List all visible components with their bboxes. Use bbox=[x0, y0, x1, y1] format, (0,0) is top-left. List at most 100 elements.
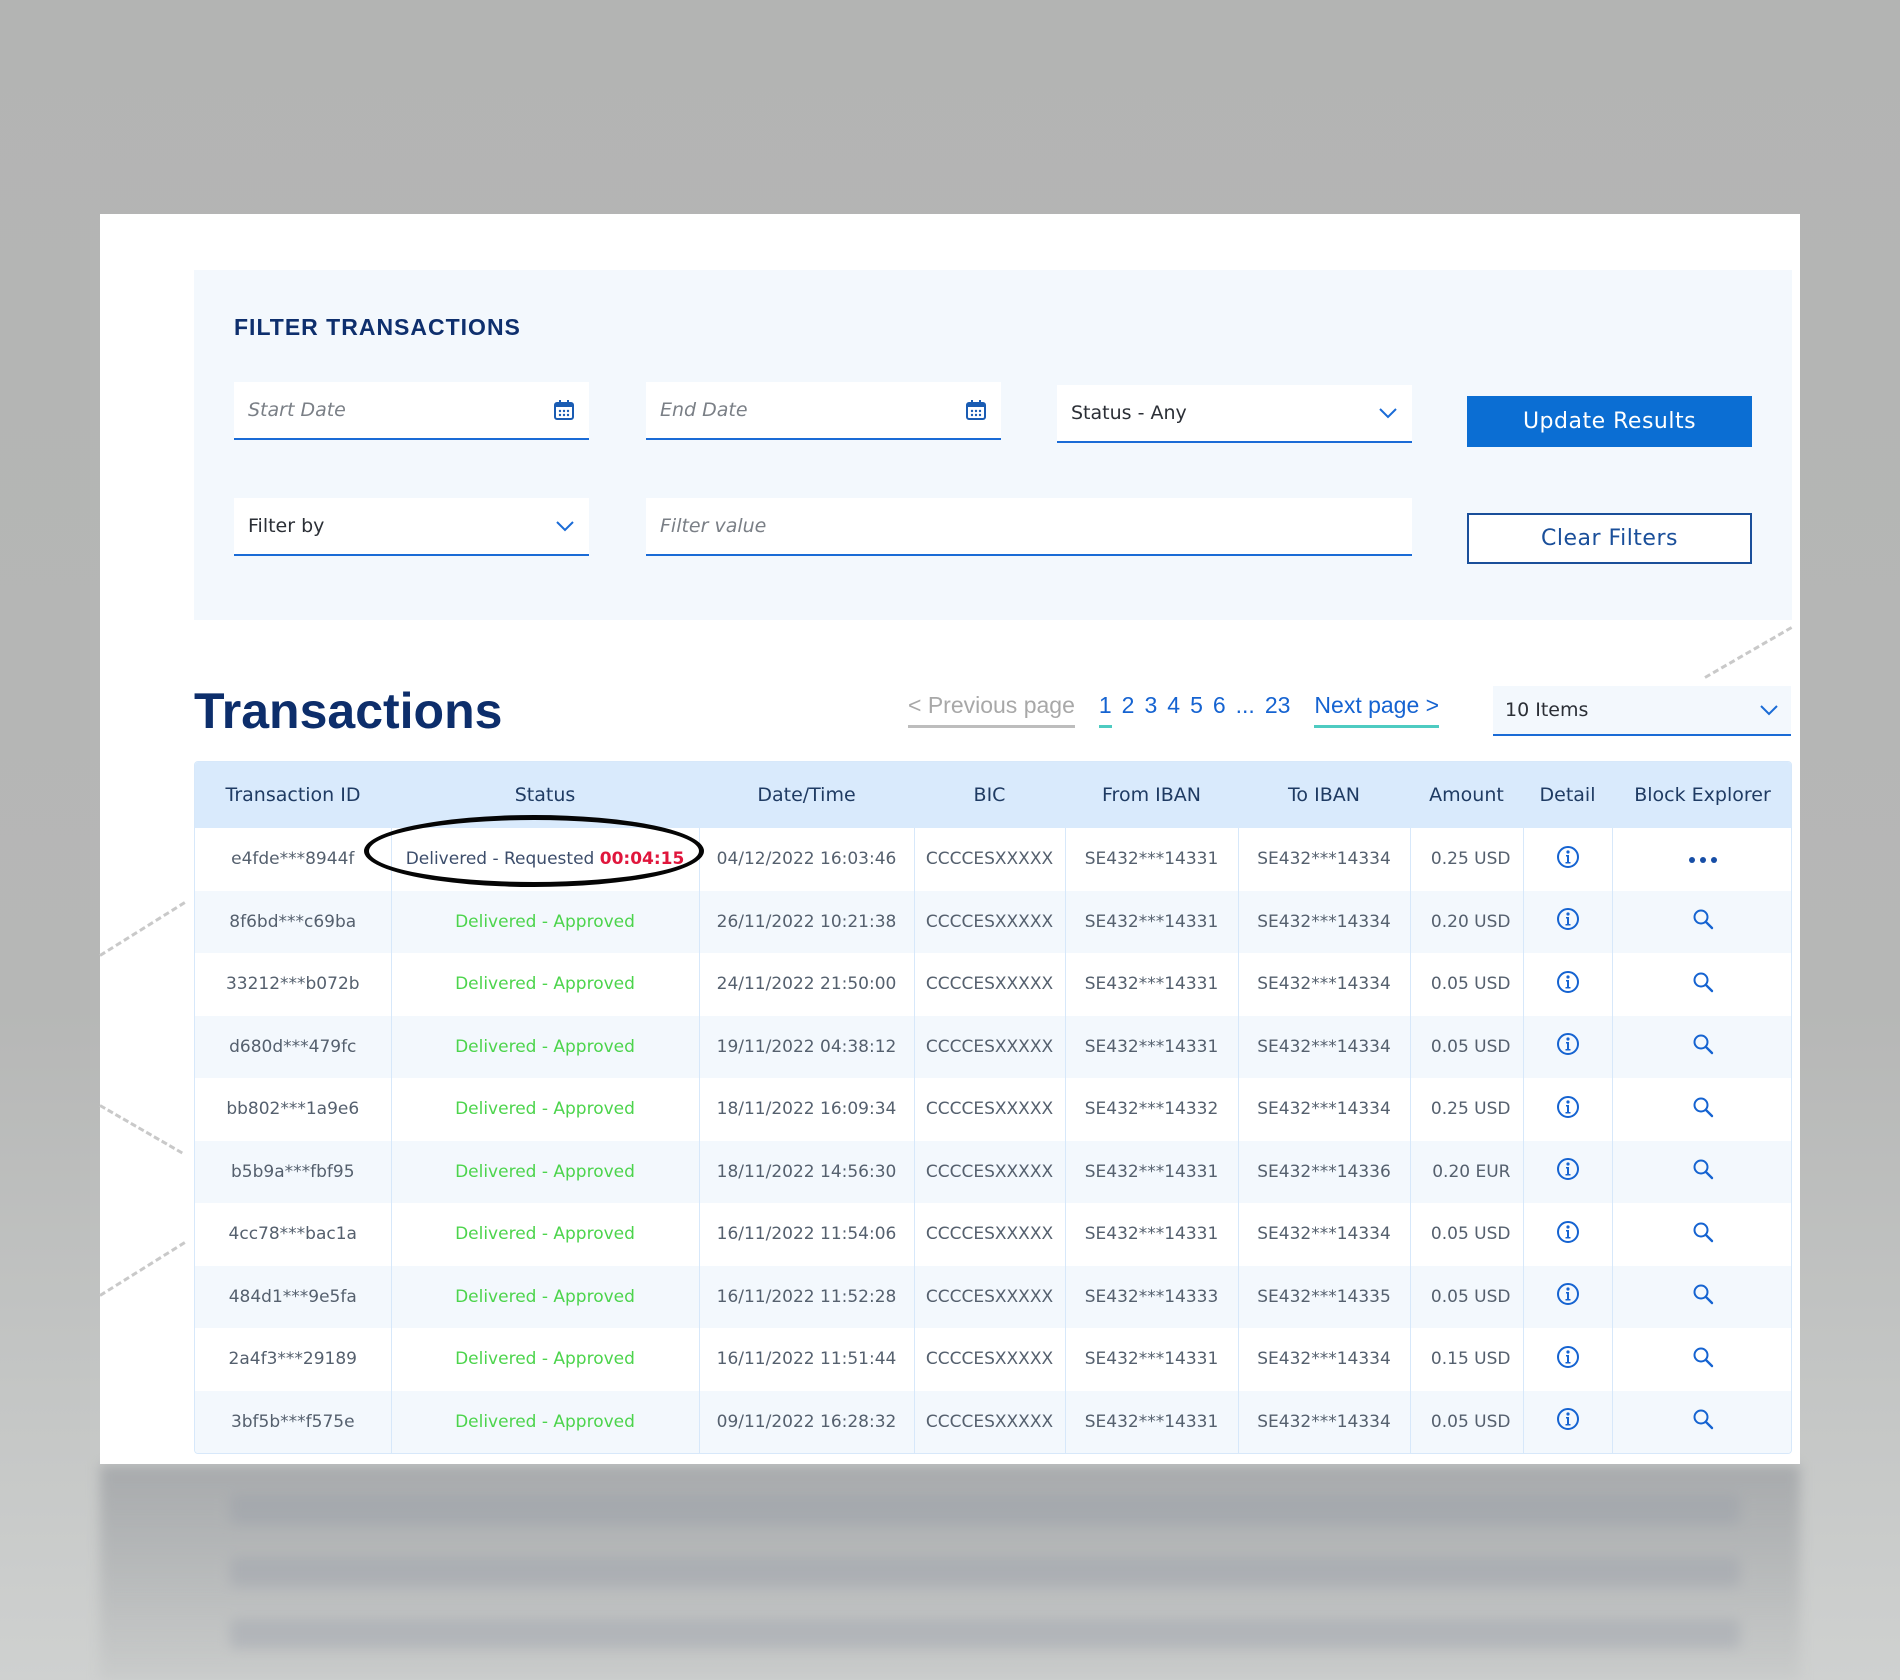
cell-to-iban: SE432***14334 bbox=[1237, 1015, 1410, 1078]
column-header-to-iban[interactable]: To IBAN bbox=[1238, 762, 1410, 828]
table-row[interactable]: b5b9a***fbf95 Delivered - Approved 18/11/2… bbox=[195, 1140, 1791, 1203]
cell-status: Delivered - Requested 00:04:15 bbox=[363, 815, 704, 891]
cell-bic: CCCCESXXXXX bbox=[913, 1015, 1065, 1078]
cell-bic: CCCCESXXXXX bbox=[913, 828, 1065, 891]
more-horizontal-icon[interactable] bbox=[1687, 855, 1719, 865]
page-link-3[interactable]: 3 bbox=[1144, 692, 1157, 725]
clear-filters-button[interactable]: Clear Filters bbox=[1467, 513, 1752, 564]
cell-bic: CCCCESXXXXX bbox=[913, 1078, 1065, 1141]
calendar-icon[interactable] bbox=[553, 399, 575, 421]
column-header-status[interactable]: Status bbox=[391, 762, 699, 828]
update-results-button[interactable]: Update Results bbox=[1467, 396, 1752, 447]
cell-status: Delivered - Approved bbox=[390, 890, 699, 953]
column-header-amount[interactable]: Amount bbox=[1410, 762, 1523, 828]
cell-block-explorer bbox=[1611, 1328, 1791, 1391]
cell-to-iban: SE432***14334 bbox=[1237, 828, 1410, 891]
page-link-2[interactable]: 2 bbox=[1122, 692, 1135, 725]
status-select-value: Status - Any bbox=[1071, 402, 1187, 424]
cell-from-iban: SE432***14332 bbox=[1064, 1078, 1238, 1141]
table-row[interactable]: 8f6bd***c69ba Delivered - Approved 26/11/2… bbox=[195, 890, 1791, 953]
cell-bic: CCCCESXXXXX bbox=[913, 1203, 1065, 1266]
page-link-6[interactable]: 6 bbox=[1213, 692, 1226, 725]
cell-amount: 0.20 USD bbox=[1409, 890, 1523, 953]
cell-amount: 0.25 USD bbox=[1409, 828, 1523, 891]
cell-status: Delivered - Approved bbox=[390, 1265, 699, 1328]
search-icon[interactable] bbox=[1692, 971, 1714, 993]
cell-detail bbox=[1522, 953, 1612, 1016]
search-icon[interactable] bbox=[1692, 1158, 1714, 1180]
info-icon[interactable] bbox=[1556, 845, 1580, 869]
cell-amount: 0.05 USD bbox=[1409, 953, 1523, 1016]
cell-date-time: 18/11/2022 14:56:30 bbox=[698, 1140, 914, 1203]
cell-to-iban: SE432***14334 bbox=[1237, 890, 1410, 953]
start-date-input[interactable] bbox=[248, 399, 553, 421]
table-row[interactable]: bb802***1a9e6 Delivered - Approved 18/11/2… bbox=[195, 1078, 1791, 1141]
cell-block-explorer bbox=[1611, 1203, 1791, 1266]
items-per-page-select[interactable]: 10 Items bbox=[1493, 686, 1791, 736]
end-date-input[interactable] bbox=[660, 399, 965, 421]
info-icon[interactable] bbox=[1556, 907, 1580, 931]
info-icon[interactable] bbox=[1556, 1282, 1580, 1306]
cell-detail bbox=[1522, 1015, 1612, 1078]
search-icon[interactable] bbox=[1692, 1346, 1714, 1368]
search-icon[interactable] bbox=[1692, 1221, 1714, 1243]
column-header-block-explorer[interactable]: Block Explorer bbox=[1612, 762, 1791, 828]
table-row[interactable]: d680d***479fc Delivered - Approved 19/11/2… bbox=[195, 1015, 1791, 1078]
decorative-dashed-line bbox=[99, 1104, 184, 1155]
info-icon[interactable] bbox=[1556, 1220, 1580, 1244]
pagination-ellipsis: ... bbox=[1235, 692, 1255, 718]
start-date-field[interactable] bbox=[234, 382, 589, 440]
cell-block-explorer bbox=[1611, 1015, 1791, 1078]
table-row[interactable]: 33212***b072b Delivered - Approved 24/11/2… bbox=[195, 953, 1791, 1016]
cell-transaction-id: 33212***b072b bbox=[195, 953, 391, 1016]
info-icon[interactable] bbox=[1556, 1032, 1580, 1056]
page-link-last[interactable]: 23 bbox=[1265, 692, 1291, 725]
cell-detail bbox=[1522, 1390, 1612, 1453]
cell-detail bbox=[1522, 828, 1612, 891]
table-row[interactable]: 484d1***9e5fa Delivered - Approved 16/11/2… bbox=[195, 1265, 1791, 1328]
search-icon[interactable] bbox=[1692, 1408, 1714, 1430]
search-icon[interactable] bbox=[1692, 908, 1714, 930]
page-link-4[interactable]: 4 bbox=[1167, 692, 1180, 725]
end-date-field[interactable] bbox=[646, 382, 1001, 440]
cell-amount: 0.25 USD bbox=[1409, 1078, 1523, 1141]
status-select[interactable]: Status - Any bbox=[1057, 385, 1412, 443]
column-header-transaction-id[interactable]: Transaction ID bbox=[195, 762, 391, 828]
column-header-from-iban[interactable]: From IBAN bbox=[1065, 762, 1238, 828]
cell-amount: 0.20 EUR bbox=[1409, 1140, 1523, 1203]
next-page-link[interactable]: Next page > bbox=[1314, 692, 1440, 728]
cell-block-explorer bbox=[1611, 953, 1791, 1016]
decorative-dashed-line bbox=[1704, 626, 1793, 679]
filter-value-field[interactable] bbox=[646, 498, 1412, 556]
column-header-detail[interactable]: Detail bbox=[1523, 762, 1612, 828]
cell-status: Delivered - Approved bbox=[390, 1078, 699, 1141]
search-icon[interactable] bbox=[1692, 1096, 1714, 1118]
info-icon[interactable] bbox=[1556, 1345, 1580, 1369]
previous-page-link[interactable]: < Previous page bbox=[908, 692, 1075, 728]
cell-bic: CCCCESXXXXX bbox=[913, 890, 1065, 953]
info-icon[interactable] bbox=[1556, 1157, 1580, 1181]
column-header-bic[interactable]: BIC bbox=[914, 762, 1065, 828]
info-icon[interactable] bbox=[1556, 1095, 1580, 1119]
page-link-5[interactable]: 5 bbox=[1190, 692, 1203, 725]
search-icon[interactable] bbox=[1692, 1283, 1714, 1305]
table-row[interactable]: 2a4f3***29189 Delivered - Approved 16/11/2… bbox=[195, 1328, 1791, 1391]
info-icon[interactable] bbox=[1556, 970, 1580, 994]
info-icon[interactable] bbox=[1556, 1407, 1580, 1431]
cell-amount: 0.15 USD bbox=[1409, 1328, 1523, 1391]
search-icon[interactable] bbox=[1692, 1033, 1714, 1055]
cell-block-explorer bbox=[1611, 1265, 1791, 1328]
filter-by-select[interactable]: Filter by bbox=[234, 498, 589, 556]
cell-amount: 0.05 USD bbox=[1409, 1015, 1523, 1078]
calendar-icon[interactable] bbox=[965, 399, 987, 421]
column-header-date-time[interactable]: Date/Time bbox=[699, 762, 914, 828]
cell-block-explorer bbox=[1611, 828, 1791, 891]
cell-transaction-id: e4fde***8944f bbox=[195, 828, 391, 891]
cell-to-iban: SE432***14334 bbox=[1237, 1078, 1410, 1141]
table-row[interactable]: 4cc78***bac1a Delivered - Approved 16/11/2… bbox=[195, 1203, 1791, 1266]
cell-detail bbox=[1522, 1140, 1612, 1203]
page-link-1[interactable]: 1 bbox=[1098, 692, 1112, 728]
filter-value-input[interactable] bbox=[660, 515, 1398, 537]
table-row[interactable]: e4fde***8944f Delivered - Requested 00:04… bbox=[195, 815, 1791, 891]
table-row[interactable]: 3bf5b***f575e Delivered - Approved 09/11/2… bbox=[195, 1390, 1791, 1453]
